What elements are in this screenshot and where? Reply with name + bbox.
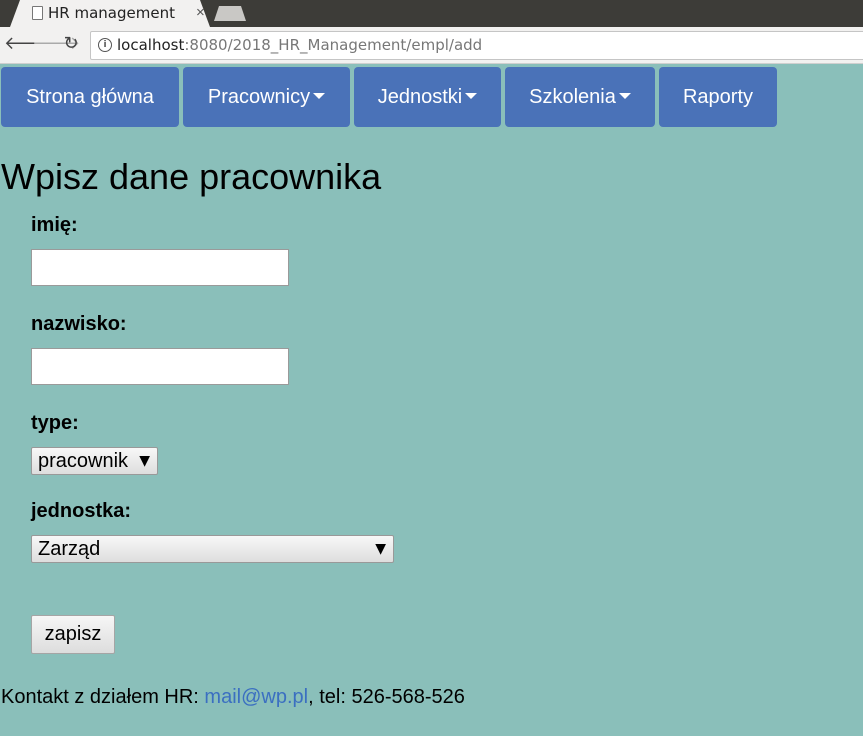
browser-toolbar: 🡐 🡒 ↻ i localhost:8080/2018_HR_Managemen…: [0, 27, 863, 64]
type-label: type:: [31, 412, 79, 434]
caret-down-icon: [313, 92, 326, 99]
new-tab-button[interactable]: [214, 6, 246, 21]
page-title: Wpisz dane pracownika: [1, 156, 382, 197]
email-link[interactable]: mail@wp.pl: [204, 686, 308, 708]
type-select-value: pracownik: [38, 450, 129, 472]
menu-item-label: Jednostki: [377, 86, 463, 108]
menu-item-trainings[interactable]: Szkolenia: [505, 67, 655, 127]
type-select[interactable]: pracownik ▼: [31, 447, 158, 475]
browser-tab[interactable]: HR management ×: [10, 0, 210, 27]
footer-phone: , tel: 526-568-526: [308, 686, 465, 708]
unit-select-value: Zarząd: [38, 538, 101, 560]
caret-down-icon: [618, 92, 631, 99]
forward-arrow-icon[interactable]: 🡒: [32, 33, 80, 55]
menu-item-units[interactable]: Jednostki: [354, 67, 501, 127]
menu-item-label: Szkolenia: [529, 86, 616, 108]
reload-icon[interactable]: ↻: [60, 33, 82, 55]
last-name-label: nazwisko:: [31, 313, 127, 335]
menu-item-label: Strona główna: [26, 86, 154, 108]
page-document-icon: [32, 6, 43, 20]
site-info-icon[interactable]: i: [98, 38, 112, 52]
menu-item-label: Raporty: [682, 86, 754, 108]
dropdown-arrow-icon: ▼: [139, 453, 150, 469]
url-text[interactable]: localhost:8080/2018_HR_Management/empl/a…: [117, 36, 482, 54]
save-button[interactable]: zapisz: [31, 615, 115, 654]
back-arrow-icon[interactable]: 🡐: [4, 33, 52, 55]
footer-contact: Kontakt z działem HR: mail@wp.pl, tel: 5…: [1, 686, 465, 709]
last-name-input[interactable]: [31, 348, 289, 385]
unit-select[interactable]: Zarząd ▼: [31, 535, 394, 563]
footer-prefix: Kontakt z działem HR:: [1, 686, 205, 708]
menu-item-label: Pracownicy: [207, 86, 311, 108]
browser-tab-bar: HR management ×: [0, 0, 863, 27]
menu-item-reports[interactable]: Raporty: [659, 67, 777, 127]
url-path: :8080/2018_HR_Management/empl/add: [184, 36, 483, 54]
address-bar[interactable]: i localhost:8080/2018_HR_Management/empl…: [90, 31, 863, 60]
url-host: localhost: [117, 36, 185, 54]
first-name-label: imię:: [31, 214, 78, 236]
menu-item-employees[interactable]: Pracownicy: [183, 67, 350, 127]
caret-down-icon: [465, 92, 478, 99]
tab-title: HR management: [48, 4, 175, 22]
menu-item-home[interactable]: Strona główna: [1, 67, 179, 127]
close-tab-icon[interactable]: ×: [196, 4, 205, 21]
unit-label: jednostka:: [31, 500, 132, 522]
first-name-input[interactable]: [31, 249, 289, 286]
dropdown-arrow-icon: ▼: [375, 541, 386, 557]
